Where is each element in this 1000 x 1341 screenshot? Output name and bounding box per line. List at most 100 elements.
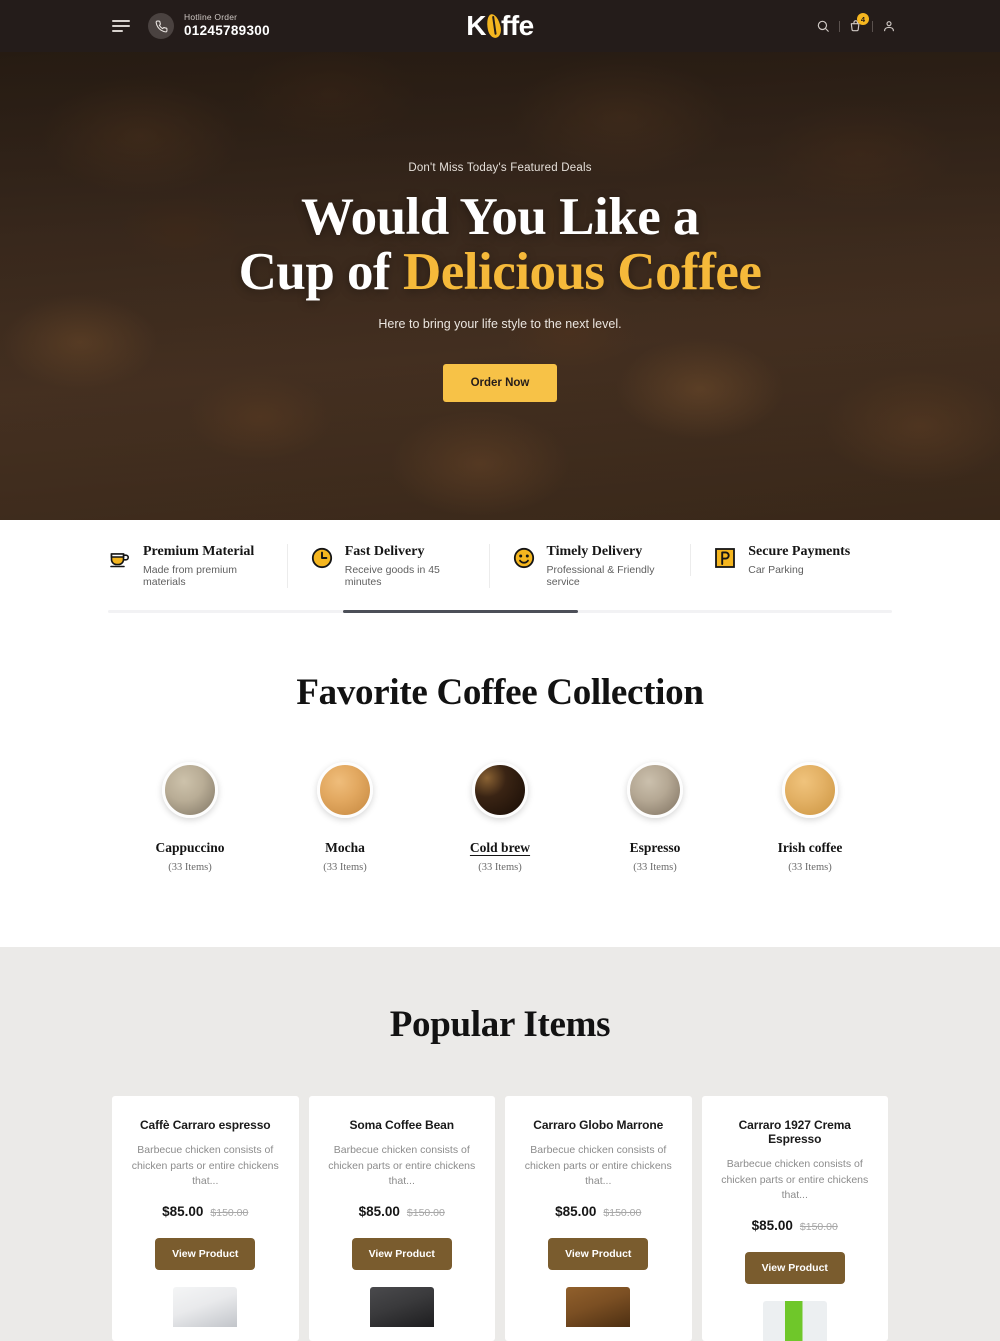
parking-icon xyxy=(713,546,737,570)
logo-text-after: ffe xyxy=(501,10,534,41)
search-icon[interactable] xyxy=(816,19,830,33)
irish-coffee-image xyxy=(782,761,838,818)
collection-item-mocha[interactable]: Mocha (33 Items) xyxy=(268,761,423,873)
features-scrollbar-thumb[interactable] xyxy=(343,609,579,613)
product-card[interactable]: Carraro Globo Marrone Barbecue chicken c… xyxy=(505,1095,692,1341)
feature-item-secure-payments[interactable]: Secure Payments Car Parking xyxy=(690,544,892,576)
collection-category-list: Cappuccino (33 Items) Mocha (33 Items) C… xyxy=(0,761,1000,873)
product-price-row: $85.00 $150.00 xyxy=(359,1204,445,1219)
product-price-row: $85.00 $150.00 xyxy=(555,1204,641,1219)
hero-title-line-1: Would You Like a xyxy=(301,188,700,246)
header-left-group: Hotline Order 01245789300 xyxy=(0,13,270,39)
features-strip: Premium Material Made from premium mater… xyxy=(0,520,1000,613)
view-product-button[interactable]: View Product xyxy=(155,1238,256,1271)
mocha-image xyxy=(317,761,373,818)
product-image xyxy=(173,1287,238,1328)
view-product-button[interactable]: View Product xyxy=(744,1252,845,1285)
hotline-order-block[interactable]: Hotline Order 01245789300 xyxy=(148,13,270,39)
user-account-icon[interactable] xyxy=(882,19,896,33)
collection-item-name: Cold brew xyxy=(469,839,531,855)
collection-item-count: (33 Items) xyxy=(633,861,677,873)
view-product-button[interactable]: View Product xyxy=(548,1238,649,1271)
top-header-bar: Hotline Order 01245789300 K ffe 4 xyxy=(0,0,1000,52)
favorite-coffee-collection-section: Favorite Coffee Collection Cappuccino (3… xyxy=(0,612,1000,947)
collection-item-count: (33 Items) xyxy=(323,861,367,873)
collection-item-name: Cappuccino xyxy=(155,839,225,855)
product-price: $85.00 xyxy=(555,1204,597,1220)
product-card[interactable]: Soma Coffee Bean Barbecue chicken consis… xyxy=(308,1095,495,1341)
product-description: Barbecue chicken consists of chicken par… xyxy=(721,1157,869,1202)
feature-description: Made from premium materials xyxy=(143,563,237,588)
feature-description: Car Parking xyxy=(748,563,804,576)
product-image xyxy=(762,1301,827,1341)
product-price: $85.00 xyxy=(358,1204,400,1220)
hero-eyebrow: Don't Miss Today's Featured Deals xyxy=(408,162,592,174)
collection-item-name: Espresso xyxy=(629,839,681,855)
collection-item-name: Mocha xyxy=(325,839,365,855)
product-image xyxy=(566,1287,631,1328)
cart-icon[interactable]: 4 xyxy=(849,13,869,33)
features-scrollbar-track[interactable] xyxy=(108,609,892,613)
product-card[interactable]: Carraro 1927 Crema Espresso Barbecue chi… xyxy=(701,1095,888,1341)
site-logo[interactable]: K ffe xyxy=(466,10,534,42)
product-image xyxy=(369,1287,434,1328)
collection-item-count: (33 Items) xyxy=(788,861,832,873)
features-list: Premium Material Made from premium mater… xyxy=(108,544,892,588)
product-old-price: $150.00 xyxy=(406,1207,445,1220)
feature-title: Timely Delivery xyxy=(546,544,643,559)
hamburger-line xyxy=(112,25,130,27)
product-old-price: $150.00 xyxy=(603,1207,642,1220)
hamburger-line xyxy=(112,30,123,32)
order-now-button[interactable]: Order Now xyxy=(442,364,558,403)
popular-section-title: Popular Items xyxy=(389,1003,611,1045)
product-price-row: $85.00 $150.00 xyxy=(162,1204,248,1219)
divider xyxy=(872,20,873,32)
coffee-bean-icon xyxy=(484,12,503,40)
product-description: Barbecue chicken consists of chicken par… xyxy=(328,1143,476,1188)
feature-item-premium-material[interactable]: Premium Material Made from premium mater… xyxy=(108,544,287,588)
product-price: $85.00 xyxy=(162,1204,204,1220)
collection-item-cappuccino[interactable]: Cappuccino (33 Items) xyxy=(113,761,268,873)
hotline-number: 01245789300 xyxy=(184,23,270,39)
feature-description: Professional & Friendly service xyxy=(546,563,655,588)
espresso-image xyxy=(627,761,683,818)
product-name: Soma Coffee Bean xyxy=(349,1117,455,1132)
product-card-list: Caffè Carraro espresso Barbecue chicken … xyxy=(112,1095,888,1341)
hamburger-menu-icon[interactable] xyxy=(112,20,130,32)
feature-description: Receive goods in 45 minutes xyxy=(344,563,440,588)
popular-items-section: Popular Items Caffè Carraro espresso Bar… xyxy=(0,946,1000,1341)
hero-subtitle: Here to bring your life style to the nex… xyxy=(378,317,622,332)
feature-title: Fast Delivery xyxy=(344,544,425,559)
feature-item-fast-delivery[interactable]: Fast Delivery Receive goods in 45 minute… xyxy=(286,544,489,588)
hero-content: Don't Miss Today's Featured Deals Would … xyxy=(0,52,1000,403)
collection-item-cold-brew[interactable]: Cold brew (33 Items) xyxy=(423,761,578,873)
cappuccino-image xyxy=(162,761,218,818)
hero-title-line-2-plain: Cup of xyxy=(238,243,403,302)
product-description: Barbecue chicken consists of chicken par… xyxy=(131,1143,279,1188)
hero-title-highlight: Delicious Coffee xyxy=(402,243,762,302)
collection-item-espresso[interactable]: Espresso (33 Items) xyxy=(578,761,733,873)
product-price: $85.00 xyxy=(751,1218,793,1234)
smiley-icon xyxy=(512,546,536,570)
cart-count-badge: 4 xyxy=(857,13,869,25)
product-card[interactable]: Caffè Carraro espresso Barbecue chicken … xyxy=(112,1095,299,1341)
product-old-price: $150.00 xyxy=(799,1221,838,1234)
feature-title: Secure Payments xyxy=(748,544,851,559)
collection-item-irish-coffee[interactable]: Irish coffee (33 Items) xyxy=(733,761,888,873)
coffee-cup-icon xyxy=(108,546,132,570)
feature-title: Premium Material xyxy=(143,544,255,559)
clock-icon xyxy=(310,546,334,570)
view-product-button[interactable]: View Product xyxy=(351,1238,452,1271)
product-name: Caffè Carraro espresso xyxy=(139,1117,271,1132)
divider xyxy=(839,20,840,32)
cold-brew-image xyxy=(472,761,528,818)
hero-title: Would You Like a Cup of Delicious Coffee xyxy=(0,188,1000,302)
product-price-row: $85.00 $150.00 xyxy=(752,1218,838,1233)
feature-item-timely-delivery[interactable]: Timely Delivery Professional & Friendly … xyxy=(488,544,691,588)
hero-banner: Don't Miss Today's Featured Deals Would … xyxy=(0,52,1000,520)
collection-item-count: (33 Items) xyxy=(478,861,522,873)
hotline-label: Hotline Order xyxy=(184,12,238,23)
collection-section-title: Favorite Coffee Collection xyxy=(296,671,704,713)
product-description: Barbecue chicken consists of chicken par… xyxy=(524,1143,672,1188)
collection-item-name: Irish coffee xyxy=(777,839,843,855)
